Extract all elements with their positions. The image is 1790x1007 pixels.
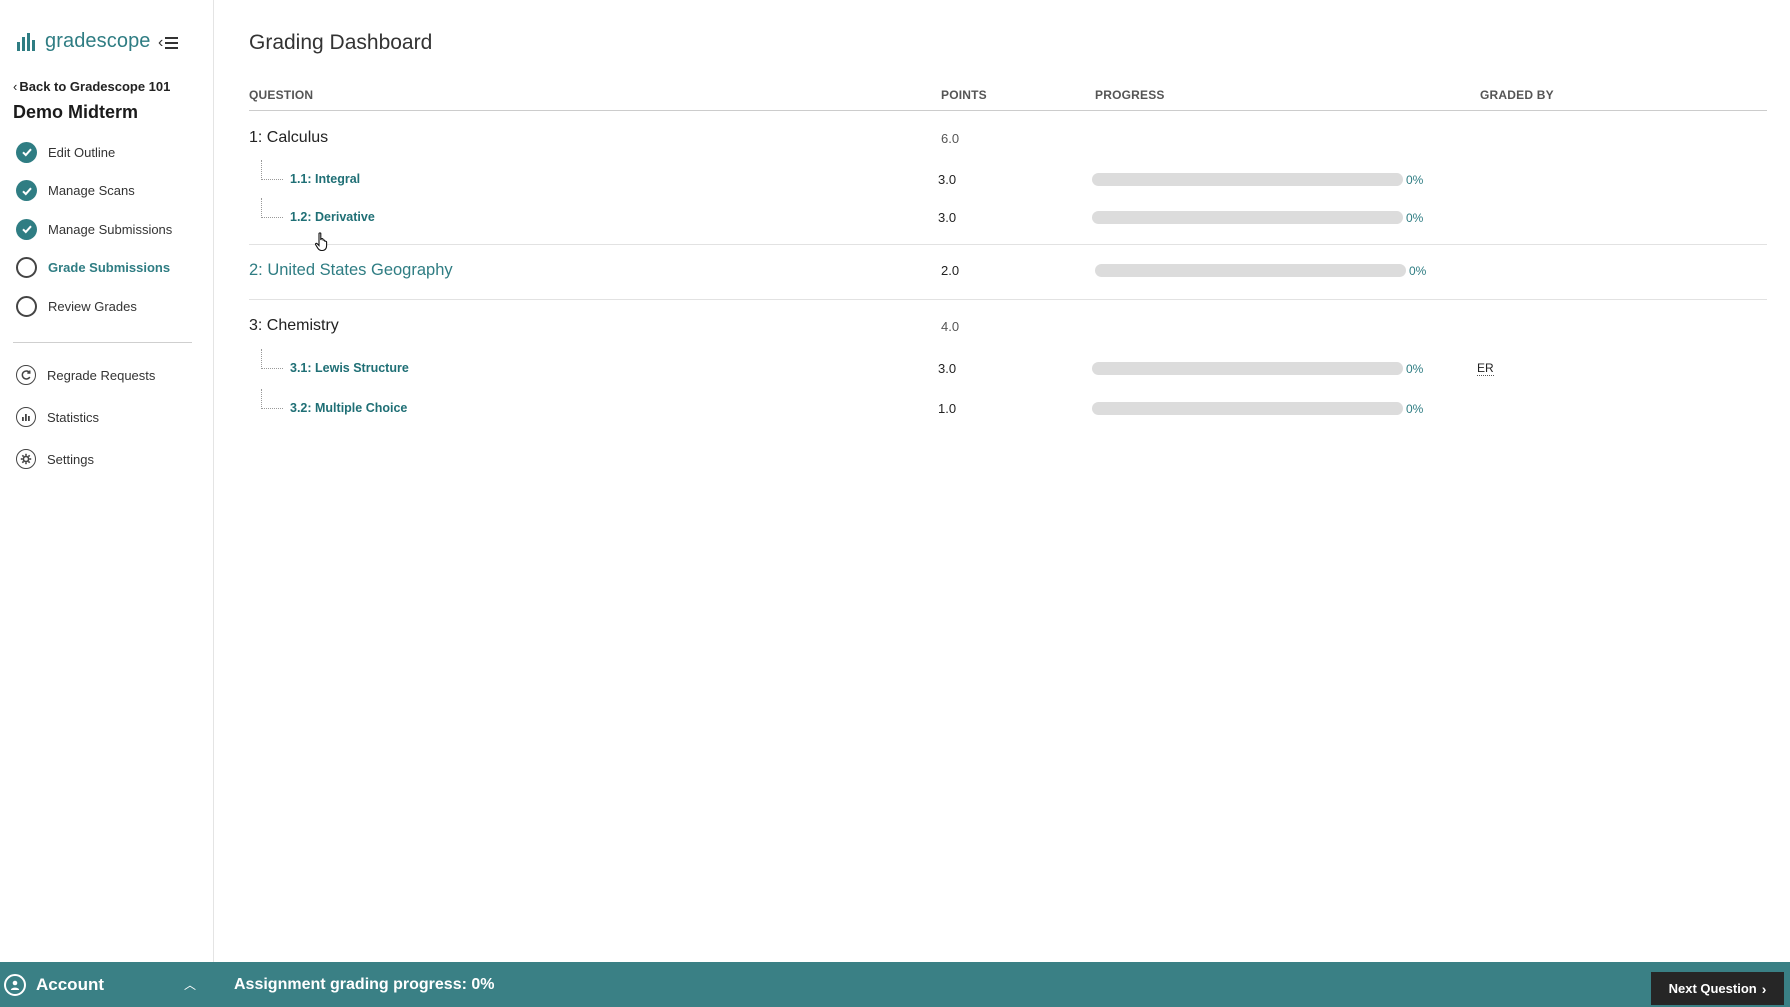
col-progress: PROGRESS <box>1095 88 1165 102</box>
chevron-right-icon: › <box>1761 980 1767 997</box>
next-question-label: Next Question <box>1668 981 1757 996</box>
question-title: 1: Calculus <box>249 129 329 146</box>
progress-percent: 0% <box>1406 173 1424 187</box>
nav-item-label: Manage Scans <box>48 183 135 199</box>
nav-settings[interactable]: Settings <box>16 438 206 480</box>
question-link[interactable]: 2: United States Geography <box>249 261 453 280</box>
brand[interactable]: gradescope <box>17 30 151 53</box>
tree-connector <box>261 198 283 218</box>
table-header: QUESTION POINTS PROGRESS GRADED BY <box>249 88 1767 111</box>
nav-grade-submissions[interactable]: Grade Submissions <box>16 249 206 288</box>
col-points: POINTS <box>941 88 987 102</box>
back-link[interactable]: ‹ Back to Gradescope 101 <box>13 79 170 94</box>
progress-percent: 0% <box>1406 402 1424 416</box>
subquestion-points: 3.0 <box>938 172 957 187</box>
progress-bar <box>1092 402 1403 415</box>
back-link-label: Back to Gradescope 101 <box>19 79 171 94</box>
empty-circle-icon <box>16 257 37 279</box>
bottom-bar: Account ︿ Assignment grading progress: 0… <box>0 962 1790 1007</box>
nav-review-grades[interactable]: Review Grades <box>16 287 206 326</box>
account-menu[interactable]: Account ︿ <box>0 962 214 1007</box>
brand-name: gradescope <box>45 30 151 52</box>
subquestion-points: 1.0 <box>938 401 957 416</box>
account-label: Account <box>36 974 104 994</box>
progress-bar <box>1092 173 1403 186</box>
nav-item-label: Manage Submissions <box>48 221 173 237</box>
tools-nav: Regrade Requests Statistics Settings <box>16 354 206 480</box>
question-points: 4.0 <box>941 319 960 334</box>
subquestion-link[interactable]: 1.1: Integral <box>290 172 360 186</box>
nav-item-label: Grade Submissions <box>48 260 171 276</box>
empty-circle-icon <box>16 295 37 317</box>
nav-item-label: Edit Outline <box>48 144 116 160</box>
question-title: 3: Chemistry <box>249 317 339 334</box>
progress-bar <box>1095 264 1406 277</box>
check-circle-icon <box>16 218 37 240</box>
chevron-left-icon: ‹ <box>13 79 18 94</box>
regrade-icon <box>16 365 36 385</box>
statistics-icon <box>16 407 36 427</box>
progress-percent: 0% <box>1406 211 1424 225</box>
subquestion-link[interactable]: 3.1: Lewis Structure <box>290 361 409 375</box>
row-divider <box>249 299 1767 300</box>
workflow-nav: Edit Outline Manage Scans Manage Submiss… <box>16 133 206 326</box>
subquestion-link[interactable]: 1.2: Derivative <box>290 210 375 224</box>
nav-item-label: Review Grades <box>48 298 137 314</box>
gradescope-logo-icon <box>17 32 35 51</box>
question-points: 6.0 <box>941 131 960 146</box>
nav-manage-scans[interactable]: Manage Scans <box>16 172 206 211</box>
next-question-button[interactable]: Next Question › <box>1651 972 1784 1005</box>
nav-statistics[interactable]: Statistics <box>16 396 206 438</box>
user-icon <box>4 973 26 996</box>
check-circle-icon <box>16 180 37 202</box>
progress-bar <box>1092 362 1403 375</box>
progress-percent: 0% <box>1409 264 1427 278</box>
progress-bar <box>1092 211 1403 224</box>
nav-edit-outline[interactable]: Edit Outline <box>16 133 206 172</box>
subquestion-points: 3.0 <box>938 210 957 225</box>
check-circle-icon <box>16 141 37 163</box>
assignment-title: Demo Midterm <box>13 102 139 122</box>
collapse-sidebar-button[interactable]: ‹ <box>158 34 179 52</box>
col-question: QUESTION <box>249 88 314 102</box>
nav-manage-submissions[interactable]: Manage Submissions <box>16 210 206 249</box>
subquestion-points: 3.0 <box>938 361 957 376</box>
page-title: Grading Dashboard <box>249 31 433 54</box>
nav-item-label: Regrade Requests <box>47 367 156 383</box>
nav-item-label: Statistics <box>47 409 100 425</box>
question-points: 2.0 <box>941 263 960 278</box>
nav-divider <box>13 342 192 343</box>
subquestion-link[interactable]: 3.2: Multiple Choice <box>290 401 407 415</box>
tree-connector <box>261 160 283 180</box>
hand-cursor-icon <box>314 232 328 252</box>
chevron-left-icon: ‹ <box>158 34 164 51</box>
gear-icon <box>16 449 36 469</box>
nav-regrade-requests[interactable]: Regrade Requests <box>16 354 206 396</box>
grader-initials[interactable]: ER <box>1477 361 1494 376</box>
menu-icon <box>165 37 179 49</box>
chevron-up-icon: ︿ <box>183 978 196 992</box>
col-graded-by: GRADED BY <box>1480 88 1554 102</box>
row-divider <box>249 244 1767 245</box>
tree-connector <box>261 389 283 409</box>
progress-percent: 0% <box>1406 362 1424 376</box>
sidebar: gradescope ‹ ‹ Back to Gradescope 101 Dem… <box>0 0 214 962</box>
grading-progress-text: Assignment grading progress: 0% <box>234 976 495 993</box>
nav-item-label: Settings <box>47 451 94 467</box>
tree-connector <box>261 349 283 369</box>
